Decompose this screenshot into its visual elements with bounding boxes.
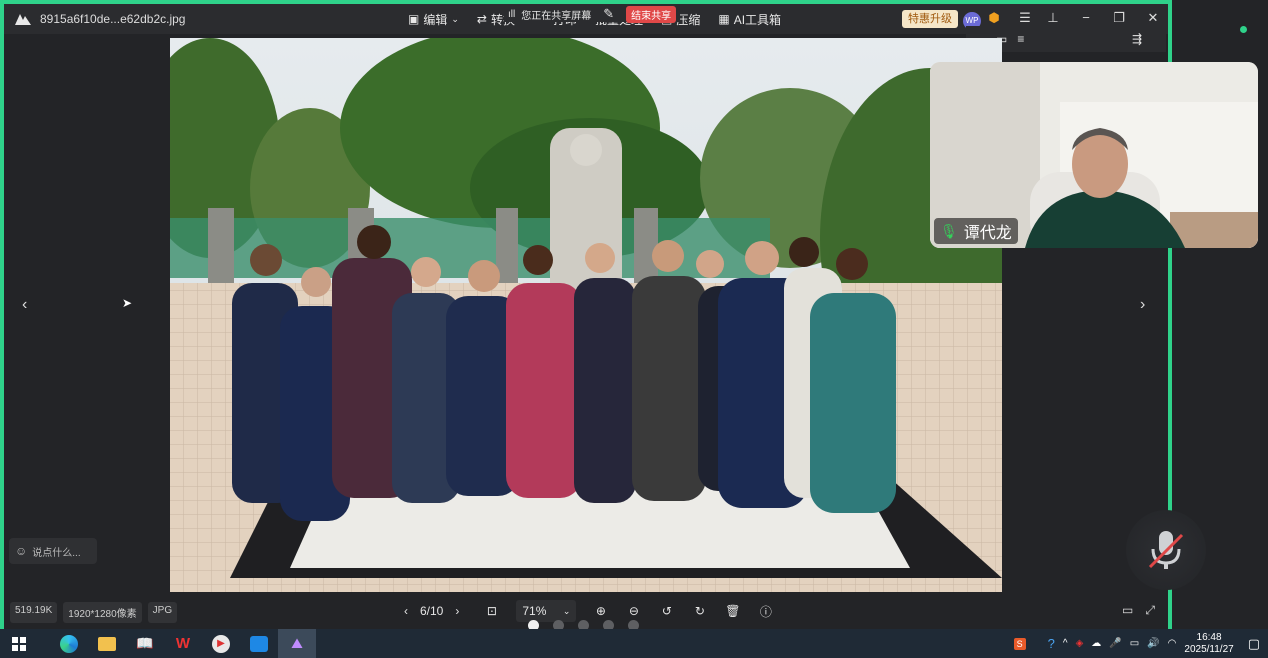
- close-icon[interactable]: ✕: [1145, 10, 1161, 26]
- badge-icon[interactable]: ⬢: [986, 10, 1002, 26]
- photo-viewer-icon[interactable]: [240, 629, 278, 658]
- speaker-video-tile[interactable]: 🎙 谭代龙: [930, 62, 1258, 248]
- restore-icon[interactable]: ❐: [1111, 10, 1127, 26]
- chat-placeholder: 说点什么...: [32, 547, 81, 559]
- settings-lines-icon[interactable]: ⇶: [1132, 32, 1142, 46]
- edit-button[interactable]: ▣ 编辑 ⌄: [408, 11, 459, 28]
- zoom-select[interactable]: 71% ⌄: [516, 600, 577, 622]
- share-status-bar: ıll 您正在共享屏幕 ✎ 结束共享: [504, 5, 681, 23]
- file-size: 519.19K: [10, 602, 58, 623]
- chevron-down-icon: ⌄: [451, 13, 459, 24]
- file-name: 8915a6f10de...e62db2c.jpg: [40, 12, 186, 26]
- windows-start-icon[interactable]: [0, 629, 38, 658]
- cloud-icon[interactable]: ☁: [1091, 638, 1101, 649]
- edit-icon: ▣: [408, 12, 420, 26]
- image-app-icon[interactable]: ⛰: [278, 629, 316, 658]
- chevron-up-icon[interactable]: ^: [1063, 638, 1068, 649]
- convert-icon: ⇄: [476, 12, 487, 26]
- pin-icon[interactable]: ⊥: [1045, 10, 1061, 26]
- rotate-left-icon[interactable]: ↺: [650, 604, 683, 618]
- wifi-icon[interactable]: ◠: [1168, 638, 1177, 649]
- zoom-out-icon[interactable]: ⊖: [617, 604, 650, 618]
- chevron-down-icon: ⌄: [562, 605, 571, 616]
- page-indicator: 6/10: [420, 604, 444, 618]
- viewer-extra-controls: ▭ ⤢: [1122, 603, 1155, 618]
- prev-image-arrow[interactable]: ‹: [22, 296, 27, 314]
- edit-label: 编辑: [423, 12, 448, 27]
- chat-input[interactable]: ☺ 说点什么...: [9, 538, 97, 564]
- promo-upgrade-button[interactable]: 特惠升级: [902, 10, 958, 28]
- share-app-icon: ✎: [603, 6, 615, 21]
- system-tray: S ? ^ ◈ ☁ 🎤 ▭ 🔊 ◠ 16:48 2025/11/27 ▢: [1013, 629, 1268, 658]
- info-icon[interactable]: ⓘ: [749, 603, 782, 620]
- image-meta: 519.19K 1920*1280像素 JPG: [10, 602, 178, 623]
- taskbar: 📖 W ▶ ⛰ S ? ^ ◈ ☁ 🎤 ▭ 🔊 ◠ 16:48 2025/11/…: [0, 629, 1268, 658]
- image-dimensions: 1920*1280像素: [63, 602, 142, 623]
- mic-on-icon: 🎙: [940, 222, 958, 239]
- ai-toolbox-label: AI工具箱: [733, 12, 782, 27]
- battery-icon[interactable]: ▭: [1130, 638, 1139, 649]
- prev-page-icon[interactable]: ‹: [396, 604, 416, 618]
- image-format: JPG: [147, 602, 178, 623]
- status-dot: [1240, 26, 1247, 33]
- screen: 8915a6f10de...e62db2c.jpg ▣ 编辑 ⌄ ⇄ 转换 打印…: [0, 0, 1268, 658]
- menu-icon[interactable]: ☰: [1017, 10, 1033, 26]
- thumbnail-icon[interactable]: ▭: [1122, 603, 1133, 618]
- zoom-value: 71%: [522, 604, 547, 618]
- zoom-in-icon[interactable]: ⊕: [584, 604, 617, 618]
- clock-time: 16:48: [1196, 631, 1222, 643]
- antivirus-icon[interactable]: ◈: [1076, 638, 1084, 649]
- edge-browser-icon[interactable]: [50, 629, 88, 658]
- sogou-input-icon[interactable]: S: [1013, 637, 1026, 650]
- mic-muted-button[interactable]: [1126, 510, 1206, 590]
- next-page-icon[interactable]: ›: [447, 604, 467, 618]
- help-icon[interactable]: ?: [1048, 636, 1055, 651]
- next-image-arrow[interactable]: ›: [1140, 296, 1145, 314]
- notification-icon[interactable]: ▢: [1248, 636, 1260, 652]
- main-photo: [170, 38, 1002, 592]
- clock[interactable]: 16:48 2025/11/27: [1184, 632, 1233, 656]
- mouse-cursor-icon: ➤: [122, 296, 133, 310]
- list-icon[interactable]: ≡: [1017, 32, 1024, 46]
- app-logo-icon: [12, 8, 34, 30]
- fullscreen-icon[interactable]: ⤢: [1145, 603, 1155, 618]
- clock-date: 2025/11/27: [1184, 643, 1234, 655]
- share-status-text: 您正在共享屏幕: [521, 10, 592, 22]
- reader-icon[interactable]: 📖: [126, 629, 164, 658]
- fit-original-icon[interactable]: ⊡: [475, 604, 508, 618]
- media-player-icon[interactable]: ▶: [202, 629, 240, 658]
- volume-icon[interactable]: 🔊: [1147, 638, 1159, 649]
- minimize-icon[interactable]: −: [1078, 10, 1094, 25]
- rotate-right-icon[interactable]: ↻: [683, 604, 716, 618]
- mic-tray-icon[interactable]: 🎤: [1109, 638, 1121, 649]
- mic-muted-icon: [1148, 531, 1184, 569]
- delete-icon[interactable]: 🗑: [716, 604, 749, 618]
- speaker-name: 谭代龙: [963, 225, 1012, 242]
- signal-icon: ıll: [508, 8, 516, 20]
- end-share-button[interactable]: 结束共享: [626, 5, 677, 23]
- speaker-name-label: 🎙 谭代龙: [934, 218, 1018, 244]
- wps-icon[interactable]: W: [164, 629, 202, 658]
- ai-toolbox-button[interactable]: ▦ AI工具箱: [718, 11, 781, 28]
- ai-toolbox-icon: ▦: [718, 12, 730, 26]
- smile-icon: ☺: [15, 544, 28, 558]
- file-explorer-icon[interactable]: [88, 629, 126, 658]
